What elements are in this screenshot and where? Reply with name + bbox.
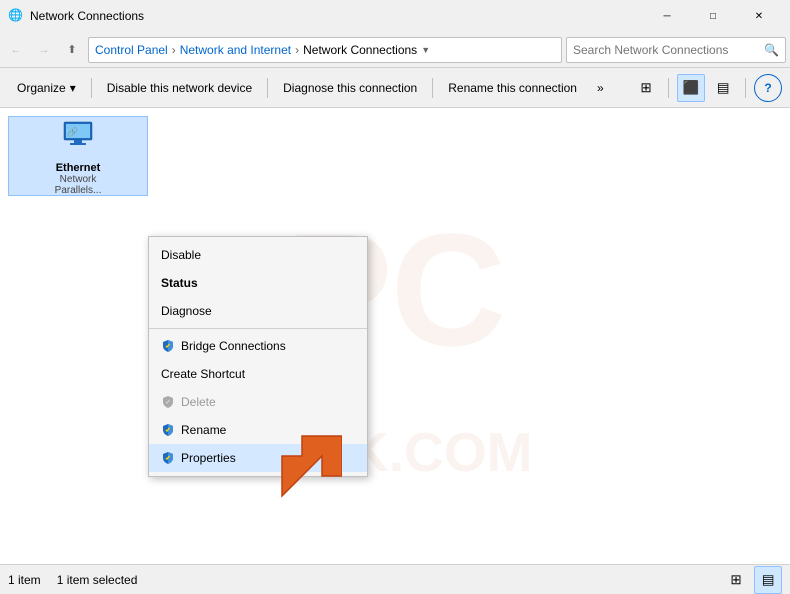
organize-label: Organize	[17, 81, 66, 95]
ctx-status[interactable]: Status	[149, 269, 367, 297]
breadcrumb-dropdown-arrow[interactable]: ▼	[421, 45, 430, 55]
more-button[interactable]: »	[588, 73, 613, 103]
properties-shield-icon	[161, 451, 175, 465]
minimize-button[interactable]: ─	[644, 0, 690, 32]
main-content: PC RISK.COM 🔗 Ethernet Network P	[0, 108, 790, 564]
maximize-button[interactable]: □	[690, 0, 736, 32]
ctx-shortcut[interactable]: Create Shortcut	[149, 360, 367, 388]
view-details[interactable]: ▤	[709, 74, 737, 102]
rename-label: Rename this connection	[448, 81, 577, 95]
toolbar-sep-right	[668, 78, 669, 98]
organize-arrow: ▾	[70, 81, 76, 95]
ctx-properties-label: Properties	[181, 451, 236, 465]
toolbar-separator-3	[432, 78, 433, 98]
statusbar: 1 item 1 item selected ⊞ ▤	[0, 564, 790, 594]
network-item-sub2: Parallels...	[55, 185, 102, 196]
back-button[interactable]: ←	[4, 38, 28, 62]
ctx-delete[interactable]: Delete	[149, 388, 367, 416]
breadcrumb-current: Network Connections	[303, 43, 417, 57]
bridge-shield-icon	[161, 339, 175, 353]
ctx-bridge[interactable]: Bridge Connections	[149, 332, 367, 360]
disable-network-button[interactable]: Disable this network device	[98, 73, 261, 103]
shield-svg-props	[161, 451, 175, 465]
item-count: 1 item	[8, 573, 41, 587]
ctx-bridge-label: Bridge Connections	[181, 339, 286, 353]
network-item-sub1: Network	[60, 174, 97, 185]
rename-button[interactable]: Rename this connection	[439, 73, 586, 103]
ctx-status-label: Status	[161, 276, 198, 290]
titlebar: 🌐 Network Connections ─ □ ✕	[0, 0, 790, 32]
status-view-btn-1[interactable]: ⊞	[722, 566, 750, 594]
status-view-btn-2[interactable]: ▤	[754, 566, 782, 594]
addressbar: ← → ⬆ Control Panel › Network and Intern…	[0, 32, 790, 68]
close-button[interactable]: ✕	[736, 0, 782, 32]
ctx-disable[interactable]: Disable	[149, 241, 367, 269]
network-item-name: Ethernet	[56, 162, 101, 174]
titlebar-title: Network Connections	[30, 9, 644, 23]
shield-svg	[161, 339, 175, 353]
delete-shield-icon	[161, 395, 175, 409]
rename-shield-icon	[161, 423, 175, 437]
ctx-rename[interactable]: Rename	[149, 416, 367, 444]
context-menu: Disable Status Diagnose Bri	[148, 236, 368, 477]
diagnose-label: Diagnose this connection	[283, 81, 417, 95]
toolbar-right: ⊞ ⬛ ▤ ?	[632, 74, 782, 102]
search-icon[interactable]: 🔍	[764, 43, 779, 57]
app-icon: 🌐	[8, 8, 24, 24]
disable-label: Disable this network device	[107, 81, 252, 95]
more-label: »	[597, 81, 604, 95]
view-large-icons[interactable]: ⬛	[677, 74, 705, 102]
titlebar-controls: ─ □ ✕	[644, 0, 782, 32]
ctx-diagnose[interactable]: Diagnose	[149, 297, 367, 325]
ctx-properties[interactable]: Properties	[149, 444, 367, 472]
network-item-icon: 🔗	[60, 117, 96, 160]
ctx-shortcut-label: Create Shortcut	[161, 367, 245, 381]
toolbar: Organize ▾ Disable this network device D…	[0, 68, 790, 108]
breadcrumb-sep-2: ›	[295, 43, 299, 57]
help-label: ?	[764, 81, 771, 95]
computer-svg-icon: 🔗	[60, 117, 96, 153]
search-box[interactable]: 🔍	[566, 37, 786, 63]
toolbar-sep-right2	[745, 78, 746, 98]
ctx-disable-label: Disable	[161, 248, 201, 262]
breadcrumb-network-internet[interactable]: Network and Internet	[180, 43, 291, 57]
svg-text:🔗: 🔗	[67, 126, 78, 138]
shield-svg-rename	[161, 423, 175, 437]
help-button[interactable]: ?	[754, 74, 782, 102]
diagnose-button[interactable]: Diagnose this connection	[274, 73, 426, 103]
file-area: PC RISK.COM 🔗 Ethernet Network P	[0, 108, 790, 564]
ctx-diagnose-label: Diagnose	[161, 304, 212, 318]
ctx-sep-1	[149, 328, 367, 329]
ctx-delete-label: Delete	[181, 395, 216, 409]
toolbar-separator-1	[91, 78, 92, 98]
selected-count: 1 item selected	[57, 573, 138, 587]
up-button[interactable]: ⬆	[60, 38, 84, 62]
view-options-button[interactable]: ⊞	[632, 74, 660, 102]
breadcrumb-control-panel[interactable]: Control Panel	[95, 43, 168, 57]
ethernet-network-item[interactable]: 🔗 Ethernet Network Parallels...	[8, 116, 148, 196]
shield-svg-delete	[161, 395, 175, 409]
statusbar-right: ⊞ ▤	[722, 566, 782, 594]
search-input[interactable]	[573, 43, 764, 57]
breadcrumb: Control Panel › Network and Internet › N…	[88, 37, 562, 63]
ctx-rename-label: Rename	[181, 423, 226, 437]
toolbar-separator-2	[267, 78, 268, 98]
organize-button[interactable]: Organize ▾	[8, 73, 85, 103]
breadcrumb-sep-1: ›	[172, 43, 176, 57]
forward-button[interactable]: →	[32, 38, 56, 62]
